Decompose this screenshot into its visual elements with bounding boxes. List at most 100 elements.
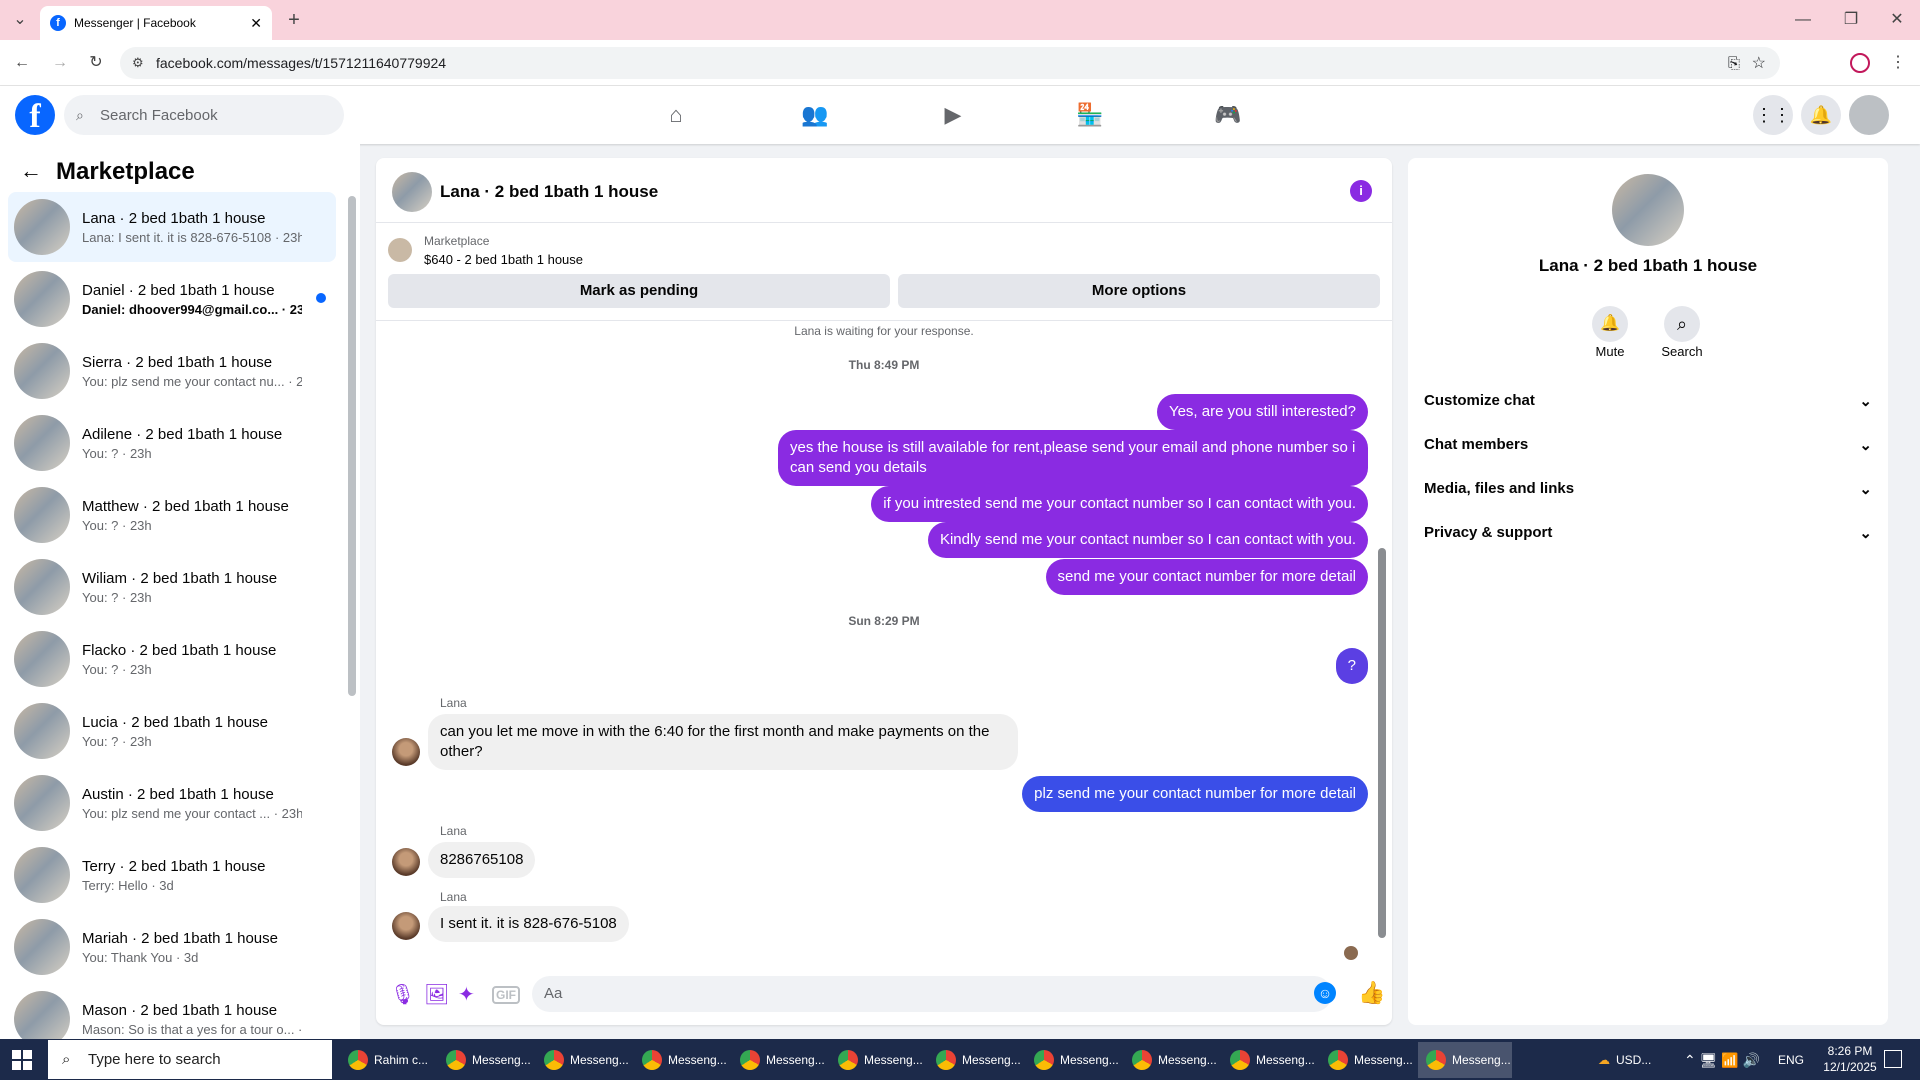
- privacy-support-item[interactable]: Privacy & support ⌄: [1424, 524, 1872, 542]
- conversation-item[interactable]: Lana · 2 bed 1bath 1 house Lana: I sent i…: [8, 192, 336, 262]
- message-input[interactable]: Aa: [532, 976, 1332, 1012]
- url-field[interactable]: ⚙ facebook.com/messages/t/15712116407799…: [120, 47, 1780, 79]
- taskbar-app-button[interactable]: Rahim c...: [340, 1042, 434, 1078]
- emoji-icon[interactable]: ☺: [1314, 982, 1336, 1004]
- gaming-icon[interactable]: 🎮: [1208, 98, 1248, 132]
- conversation-preview: Mason: So is that a yes for a tour o... …: [82, 1021, 302, 1037]
- outgoing-message[interactable]: send me your contact number for more det…: [1045, 559, 1368, 595]
- conversation-item[interactable]: Daniel · 2 bed 1bath 1 house Daniel: dhoo…: [8, 264, 336, 334]
- taskbar-app-button[interactable]: Messeng...: [830, 1042, 924, 1078]
- menu-grid-icon[interactable]: ⋮⋮: [1753, 95, 1793, 135]
- thumbs-up-icon[interactable]: 👍: [1358, 980, 1385, 1006]
- windows-start-icon[interactable]: [12, 1050, 32, 1070]
- sender-avatar[interactable]: [392, 848, 420, 876]
- sticker-icon[interactable]: ✦: [458, 982, 475, 1007]
- more-options-button[interactable]: More options: [898, 274, 1380, 308]
- taskbar-search-input[interactable]: ⌕ Type here to search: [48, 1040, 332, 1079]
- taskbar-app-button[interactable]: Messeng...: [634, 1042, 728, 1078]
- back-icon[interactable]: ←: [6, 47, 38, 79]
- taskbar-app-button[interactable]: Messeng...: [732, 1042, 826, 1078]
- tab-list-icon[interactable]: ⌄: [6, 4, 34, 36]
- customize-chat-item[interactable]: Customize chat ⌄: [1424, 392, 1872, 410]
- facebook-logo[interactable]: f: [15, 95, 55, 135]
- incoming-message[interactable]: I sent it. it is 828-676-5108: [428, 906, 629, 942]
- browser-tab[interactable]: f Messenger | Facebook ✕: [40, 6, 272, 40]
- outgoing-message[interactable]: if you intrested send me your contact nu…: [871, 486, 1368, 522]
- reload-icon[interactable]: ↻: [80, 47, 112, 79]
- incoming-message[interactable]: 8286765108: [428, 842, 536, 878]
- taskbar-app-button[interactable]: Messeng...: [1418, 1042, 1512, 1078]
- taskbar-app-label: Messeng...: [1158, 1053, 1217, 1067]
- conversation-item[interactable]: Mason · 2 bed 1bath 1 house Mason: So is …: [8, 984, 336, 1039]
- forward-icon[interactable]: →: [44, 47, 76, 79]
- browser-menu-icon[interactable]: ⋮: [1884, 47, 1912, 79]
- outgoing-message[interactable]: plz send me your contact number for more…: [1022, 776, 1368, 812]
- conversation-item[interactable]: Austin · 2 bed 1bath 1 house You: plz sen…: [8, 768, 336, 838]
- incoming-message[interactable]: can you let me move in with the 6:40 for…: [428, 714, 1018, 770]
- conversation-avatar: [14, 415, 70, 471]
- clock[interactable]: 8:26 PM 12/1/2025: [1814, 1044, 1886, 1074]
- search-icon[interactable]: ⌕: [1664, 306, 1700, 342]
- new-tab-icon[interactable]: +: [280, 4, 308, 36]
- taskbar-app-button[interactable]: Messeng...: [928, 1042, 1022, 1078]
- conversation-item[interactable]: Mariah · 2 bed 1bath 1 house You: Thank Y…: [8, 912, 336, 982]
- account-avatar[interactable]: [1849, 95, 1889, 135]
- restore-icon[interactable]: ❐: [1836, 4, 1866, 36]
- outgoing-message[interactable]: Yes, are you still interested?: [1156, 394, 1368, 430]
- weather-widget[interactable]: ☁ USD...: [1590, 1042, 1670, 1078]
- outgoing-message[interactable]: ?: [1335, 648, 1368, 684]
- chat-title[interactable]: Lana · 2 bed 1bath 1 house: [440, 182, 658, 202]
- mute-label[interactable]: Mute: [1580, 344, 1640, 359]
- minimize-icon[interactable]: —: [1788, 4, 1818, 36]
- listing-detail[interactable]: $640 - 2 bed 1bath 1 house: [424, 252, 583, 267]
- language-indicator[interactable]: ENG: [1770, 1042, 1810, 1078]
- conversation-item[interactable]: Sierra · 2 bed 1bath 1 house You: plz sen…: [8, 336, 336, 406]
- sender-avatar[interactable]: [392, 912, 420, 940]
- gif-icon[interactable]: GIF: [492, 986, 520, 1004]
- taskbar-app-button[interactable]: Messeng...: [536, 1042, 630, 1078]
- install-app-icon[interactable]: ⎘: [1728, 55, 1740, 72]
- outgoing-message[interactable]: yes the house is still available for ren…: [778, 430, 1368, 486]
- facebook-search-input[interactable]: ⌕ Search Facebook: [64, 95, 344, 135]
- conversation-item[interactable]: Adilene · 2 bed 1bath 1 house You: ? · 23…: [8, 408, 336, 478]
- conversation-item[interactable]: Flacko · 2 bed 1bath 1 house You: ? · 23h: [8, 624, 336, 694]
- microphone-icon[interactable]: 🎙: [390, 982, 415, 1007]
- taskbar-app-button[interactable]: Messeng...: [1222, 1042, 1316, 1078]
- media-files-links-item[interactable]: Media, files and links ⌄: [1424, 480, 1872, 498]
- bookmark-star-icon[interactable]: ☆: [1752, 53, 1766, 73]
- photo-icon[interactable]: 🖼: [424, 982, 449, 1007]
- search-label[interactable]: Search: [1652, 344, 1712, 359]
- conversation-name: Austin · 2 bed 1bath 1 house: [82, 785, 274, 803]
- tab-close-icon[interactable]: ✕: [250, 15, 262, 32]
- close-window-icon[interactable]: ✕: [1882, 4, 1912, 36]
- mute-icon[interactable]: 🔔: [1592, 306, 1628, 342]
- notifications-icon[interactable]: 🔔: [1801, 95, 1841, 135]
- friends-icon[interactable]: 👥: [795, 98, 835, 132]
- mark-as-pending-button[interactable]: Mark as pending: [388, 274, 890, 308]
- taskbar-app-button[interactable]: Messeng...: [438, 1042, 532, 1078]
- conversation-preview: Terry: Hello · 3d: [82, 877, 174, 893]
- back-arrow-icon[interactable]: ←: [20, 158, 42, 184]
- home-icon[interactable]: ⌂: [656, 98, 696, 132]
- taskbar-app-button[interactable]: Messeng...: [1320, 1042, 1414, 1078]
- conversation-item[interactable]: Lucia · 2 bed 1bath 1 house You: ? · 23h: [8, 696, 336, 766]
- info-icon[interactable]: i: [1350, 180, 1372, 202]
- outgoing-message[interactable]: Kindly send me your contact number so I …: [927, 522, 1368, 558]
- marketplace-icon[interactable]: 🏪: [1070, 98, 1110, 132]
- taskbar-app-button[interactable]: Messeng...: [1026, 1042, 1120, 1078]
- chat-scrollbar[interactable]: [1378, 548, 1386, 938]
- sender-avatar[interactable]: [392, 738, 420, 766]
- conversation-item[interactable]: Wiliam · 2 bed 1bath 1 house You: ? · 23h: [8, 552, 336, 622]
- profile-avatar[interactable]: [1612, 174, 1684, 246]
- taskbar-app-label: Messeng...: [472, 1053, 531, 1067]
- profile-icon[interactable]: [1850, 53, 1870, 73]
- chat-avatar[interactable]: [392, 172, 432, 212]
- conversation-scrollbar[interactable]: [348, 196, 356, 696]
- video-icon[interactable]: ▶: [933, 98, 973, 132]
- conversation-item[interactable]: Matthew · 2 bed 1bath 1 house You: ? · 23…: [8, 480, 336, 550]
- conversation-item[interactable]: Terry · 2 bed 1bath 1 house Terry: Hello …: [8, 840, 336, 910]
- taskbar-app-button[interactable]: Messeng...: [1124, 1042, 1218, 1078]
- notification-center-icon[interactable]: [1884, 1050, 1902, 1068]
- site-info-icon[interactable]: ⚙: [132, 55, 144, 71]
- chat-members-item[interactable]: Chat members ⌄: [1424, 436, 1872, 454]
